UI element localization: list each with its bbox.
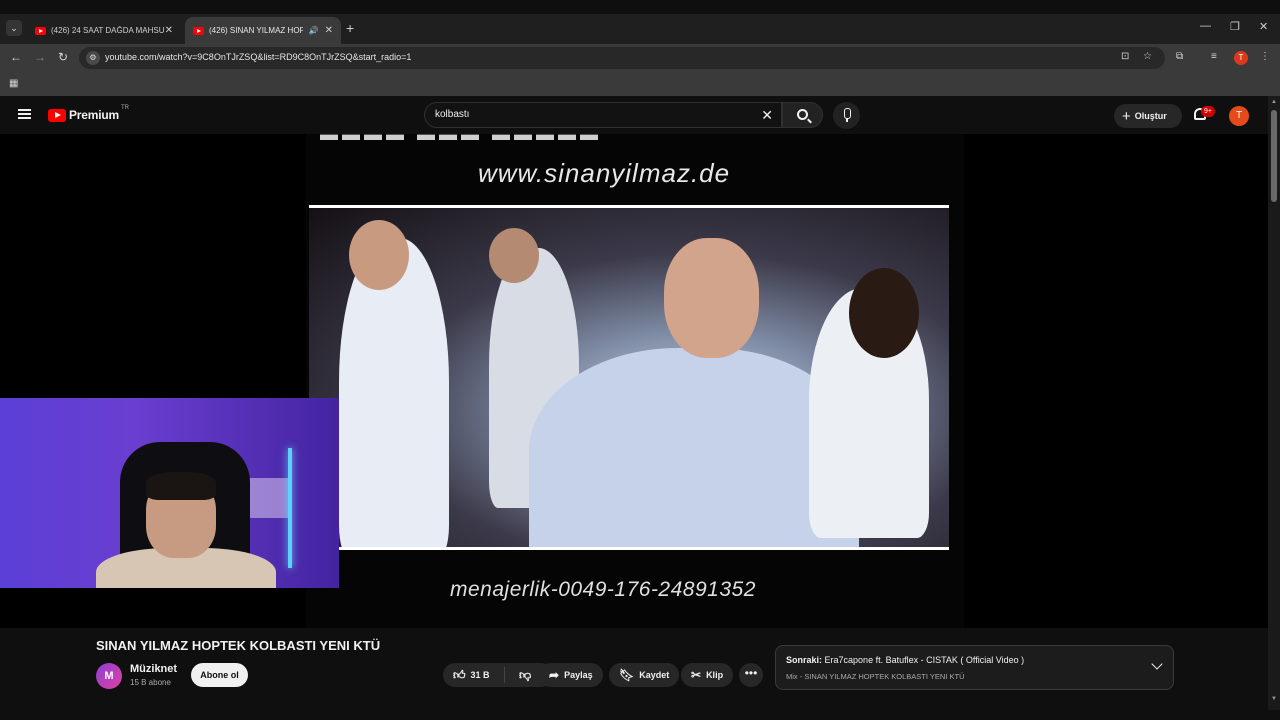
tab-close-icon[interactable]: ✕ <box>165 25 173 36</box>
channel-name[interactable]: Müziknet <box>130 663 177 675</box>
video-player[interactable]: ▬▬▬▬ ▬▬▬ ▬▬▬▬▬ www.sinanyilmaz.de menaje… <box>0 134 1268 628</box>
extensions-icon[interactable]: ⧉ <box>1176 51 1183 62</box>
url-text: youtube.com/watch?v=9C8OnTJrZSQ&list=RD9… <box>105 52 412 62</box>
create-button[interactable]: + Oluştur <box>1114 104 1182 128</box>
youtube-header: Premium TR kolbastı ✕ + Oluştur T <box>0 96 1268 134</box>
dancer-head <box>489 228 539 283</box>
video-site-text: www.sinanyilmaz.de <box>478 158 731 188</box>
reload-icon[interactable]: ↻ <box>58 50 68 64</box>
scrollbar-thumb[interactable] <box>1271 110 1277 202</box>
chevron-down-icon[interactable] <box>1151 658 1163 670</box>
up-next-line: Sonraki: Era7capone ft. Batuflex - CISTA… <box>786 655 1024 665</box>
webcam-neon-light <box>288 448 292 568</box>
menu-hamburger-icon[interactable] <box>18 109 31 119</box>
plus-icon: + <box>1122 107 1131 125</box>
tab-title: (426) 24 SAAT DAĞDA MAHSUR <box>51 26 165 35</box>
browser-tab-1[interactable]: (426) 24 SAAT DAĞDA MAHSUR ✕ <box>27 17 181 44</box>
search-input[interactable]: kolbastı ✕ <box>424 102 782 128</box>
back-arrow-icon[interactable]: ← <box>10 50 22 64</box>
video-contact-text: menajerlik-0049-176-24891352 <box>450 578 756 601</box>
bookmarks-bar: ▦ <box>0 72 1280 96</box>
dancer-head <box>349 220 409 290</box>
tab-title: (426) SINAN YILMAZ HOPTEK <box>209 26 303 35</box>
save-button[interactable]: 🔖︎ Kaydet <box>609 663 680 687</box>
share-button[interactable]: ➦ Paylaş <box>539 663 603 687</box>
subscribe-button[interactable]: Abone ol <box>191 663 248 687</box>
like-dislike-group: 👍︎ 31 B 👎︎ <box>443 663 553 687</box>
dislike-thumbs-down-icon[interactable]: 👎︎ <box>505 668 531 683</box>
share-label: Paylaş <box>564 670 593 680</box>
voice-search-mic-icon[interactable] <box>833 102 860 129</box>
youtube-favicon-icon <box>35 26 46 35</box>
browser-tab-2[interactable]: (426) SINAN YILMAZ HOPTEK 🔊 ✕ <box>185 17 341 44</box>
clip-label: Klip <box>706 670 724 680</box>
thumbs-up-icon: 👍︎ <box>453 667 466 682</box>
youtube-favicon-icon <box>193 26 204 35</box>
restore-icon[interactable]: ❐ <box>1230 20 1240 33</box>
tab-close-icon[interactable]: ✕ <box>325 25 333 36</box>
account-avatar[interactable]: T <box>1229 106 1249 126</box>
browser-toolbar: ← → ↻ ⚙ youtube.com/watch?v=9C8OnTJrZSQ&… <box>0 44 1280 72</box>
channel-avatar[interactable]: M <box>96 663 122 689</box>
up-next-playlist: Mix - SINAN YILMAZ HOPTEK KOLBASTI YENI … <box>786 672 965 681</box>
notification-badge: 9+ <box>1201 106 1215 117</box>
search-icon <box>797 109 808 120</box>
save-label: Kaydet <box>639 670 670 680</box>
search-button[interactable] <box>782 102 823 128</box>
more-actions-button[interactable]: ••• <box>739 663 763 687</box>
search-query: kolbastı <box>435 109 470 120</box>
speaker-icon[interactable]: 🔊 <box>309 26 319 35</box>
tab-strip: ⌄ (426) 24 SAAT DAĞDA MAHSUR ✕ (426) SIN… <box>0 14 1280 44</box>
site-info-icon[interactable]: ⚙ <box>86 51 100 65</box>
like-button[interactable]: 👍︎ 31 B <box>443 667 505 683</box>
apps-grid-icon[interactable]: ▦ <box>9 78 18 89</box>
like-count: 31 B <box>470 670 490 680</box>
minimize-icon[interactable]: — <box>1200 20 1211 32</box>
scroll-up-arrow-icon[interactable]: ▲ <box>1271 99 1277 105</box>
youtube-play-icon <box>48 108 66 122</box>
media-control-icon[interactable]: ≡ <box>1211 51 1217 62</box>
up-next-prefix: Sonraki: <box>786 655 823 665</box>
address-bar[interactable]: ⚙ youtube.com/watch?v=9C8OnTJrZSQ&list=R… <box>79 47 1165 69</box>
video-scene-dancers <box>309 205 949 550</box>
video-overlay-text-cropped: ▬▬▬▬ ▬▬▬ ▬▬▬▬▬ <box>320 134 603 144</box>
clear-search-icon[interactable]: ✕ <box>761 107 773 124</box>
up-next-panel[interactable]: Sonraki: Era7capone ft. Batuflex - CISTA… <box>775 645 1174 690</box>
bookmark-icon: 🔖︎ <box>619 668 635 682</box>
dancer-hair <box>849 268 919 358</box>
tab-search-chevron-icon[interactable]: ⌄ <box>6 20 22 36</box>
install-app-icon[interactable]: ⊡ <box>1121 51 1129 62</box>
dancer-head-main <box>664 238 759 358</box>
new-tab-button[interactable]: + <box>346 20 354 36</box>
video-title: SINAN YILMAZ HOPTEK KOLBASTI YENI KTÜ <box>96 638 381 653</box>
create-label: Oluştur <box>1134 111 1167 121</box>
browser-profile-avatar[interactable]: T <box>1234 51 1248 65</box>
share-arrow-icon: ➦ <box>549 668 560 682</box>
logo-text: Premium <box>69 108 119 122</box>
region-code: TR <box>120 105 129 111</box>
up-next-title: Era7capone ft. Batuflex - CISTAK ( Offic… <box>824 655 1025 665</box>
webcam-streamer-hair <box>146 472 216 500</box>
clip-button[interactable]: ✂ Klip <box>681 663 734 687</box>
browser-menu-icon[interactable]: ⋮ <box>1260 51 1270 62</box>
youtube-premium-logo[interactable]: Premium TR <box>48 105 129 122</box>
forward-arrow-icon[interactable]: → <box>34 50 46 64</box>
bookmark-star-icon[interactable]: ☆ <box>1143 51 1152 62</box>
scroll-down-arrow-icon[interactable]: ▼ <box>1271 696 1277 702</box>
webcam-overlay <box>0 398 339 588</box>
scissors-icon: ✂ <box>691 668 702 682</box>
window-close-icon[interactable]: ✕ <box>1259 20 1268 33</box>
subscriber-count: 15 B abone <box>130 678 171 687</box>
